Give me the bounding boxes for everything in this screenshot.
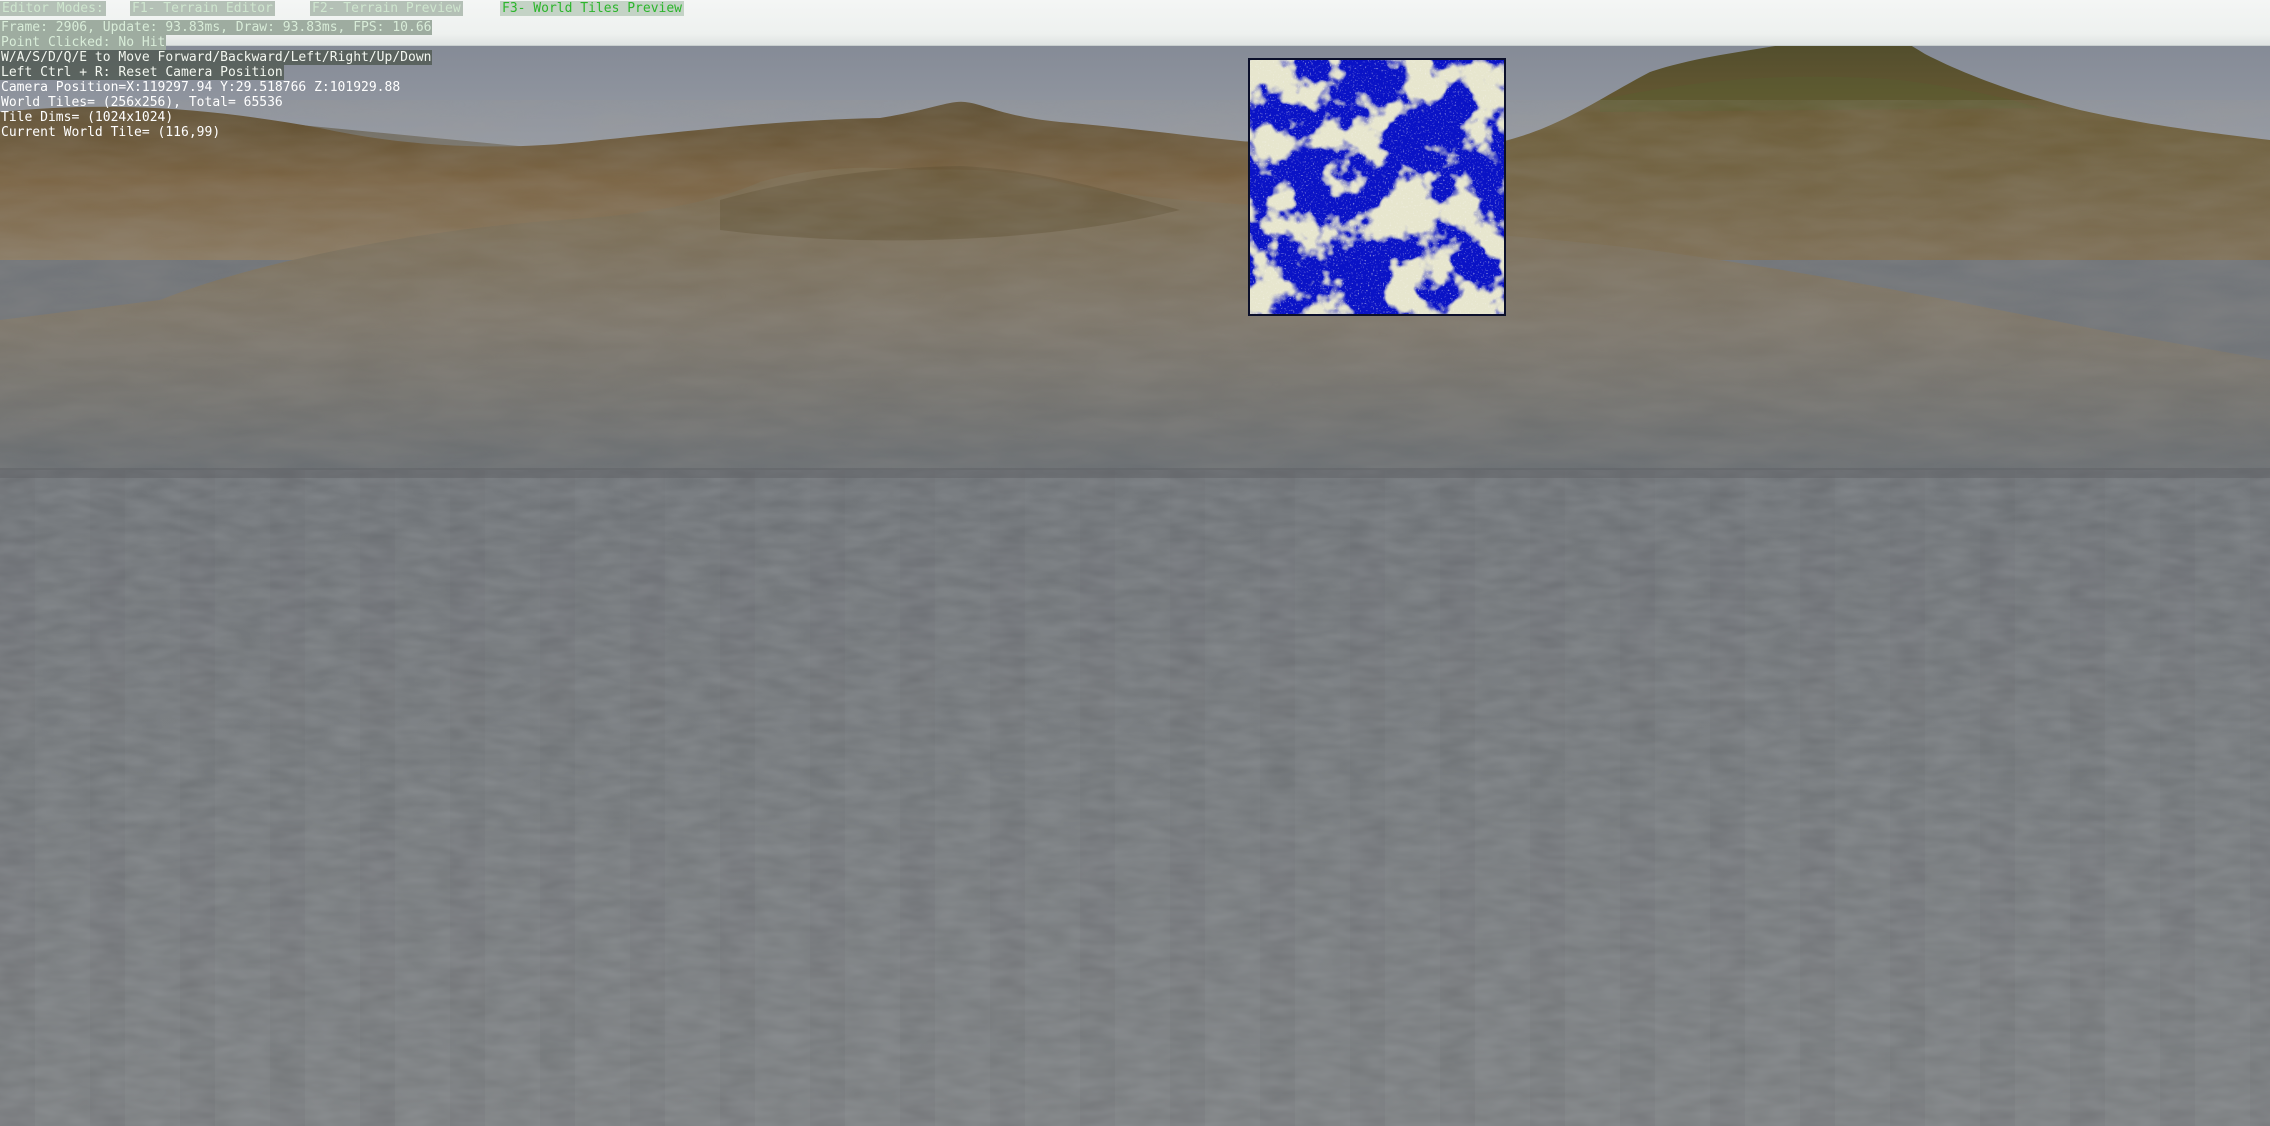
3d-viewport[interactable] <box>0 0 2270 1126</box>
tab-world-tiles-preview[interactable]: F3- World Tiles Preview <box>500 1 685 16</box>
tab-terrain-preview[interactable]: F2- Terrain Preview <box>310 1 463 16</box>
tab-terrain-editor[interactable]: F1- Terrain Editor <box>130 1 275 16</box>
editor-modes-label: Editor Modes: <box>0 1 106 16</box>
controls-reset-hint: Left Ctrl + R: Reset Camera Position <box>0 65 284 80</box>
terrain-scene <box>0 0 2270 1126</box>
minimap-icon <box>1250 60 1504 314</box>
frame-stats: Frame: 2906, Update: 93.83ms, Draw: 93.8… <box>0 20 433 35</box>
world-tiles-info: World Tiles= (256x256), Total= 65536 <box>1 95 283 110</box>
world-tiles-minimap <box>1248 58 1506 316</box>
point-clicked: Point Clicked: No Hit <box>0 35 167 50</box>
camera-position: Camera Position=X:119297.94 Y:29.518766 … <box>1 80 401 95</box>
tile-dims: Tile Dims= (1024x1024) <box>1 110 174 125</box>
controls-move-hint: W/A/S/D/Q/E to Move Forward/Backward/Lef… <box>0 50 433 65</box>
current-world-tile: Current World Tile= (116,99) <box>1 125 221 140</box>
debug-hud: Frame: 2906, Update: 93.83ms, Draw: 93.8… <box>0 20 433 140</box>
